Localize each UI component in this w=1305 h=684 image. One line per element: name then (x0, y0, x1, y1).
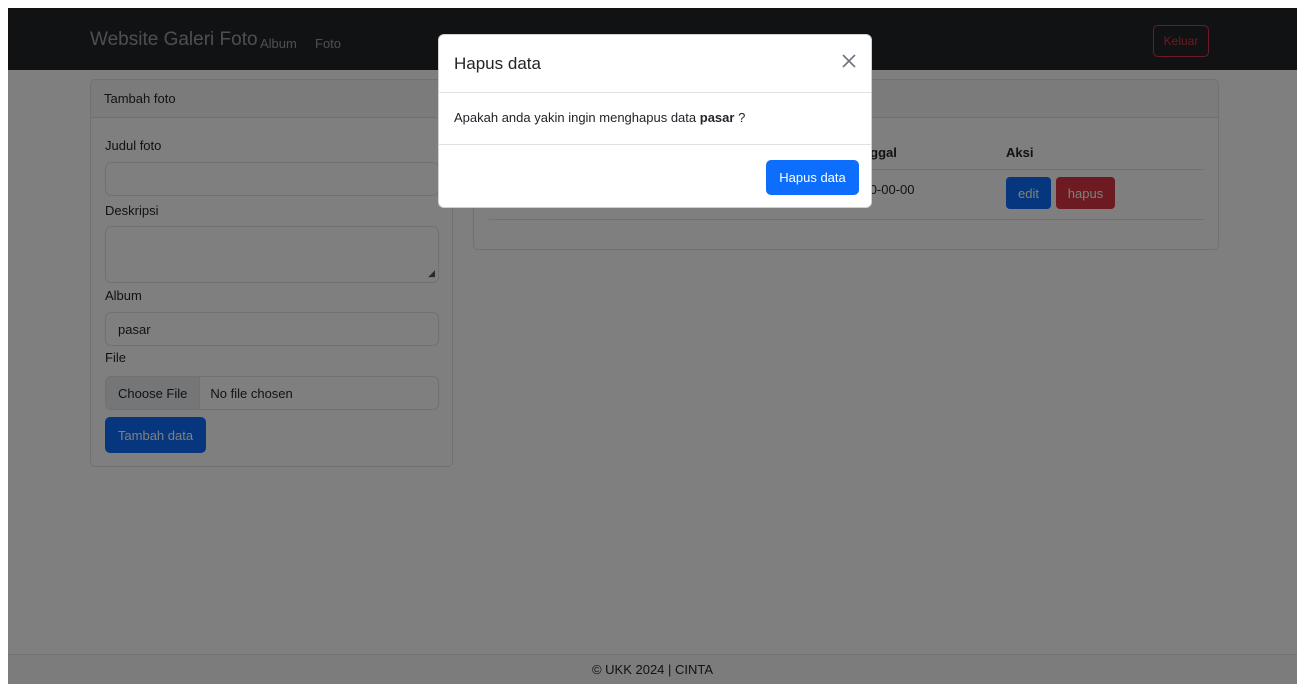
modal-header: Hapus data (439, 35, 871, 93)
app-frame: Website Galeri Foto Album Foto Keluar Ta… (8, 8, 1297, 684)
confirm-delete-button[interactable]: Hapus data (766, 160, 859, 195)
modal-body: Apakah anda yakin ingin menghapus data p… (439, 93, 871, 145)
modal-message-suffix: ? (734, 110, 746, 125)
modal-message-prefix: Apakah anda yakin ingin menghapus data (454, 110, 700, 125)
modal-message-item: pasar (699, 110, 735, 125)
delete-modal: Hapus data Apakah anda yakin ingin mengh… (438, 34, 872, 208)
close-icon[interactable] (839, 51, 859, 71)
modal-title: Hapus data (454, 54, 541, 73)
